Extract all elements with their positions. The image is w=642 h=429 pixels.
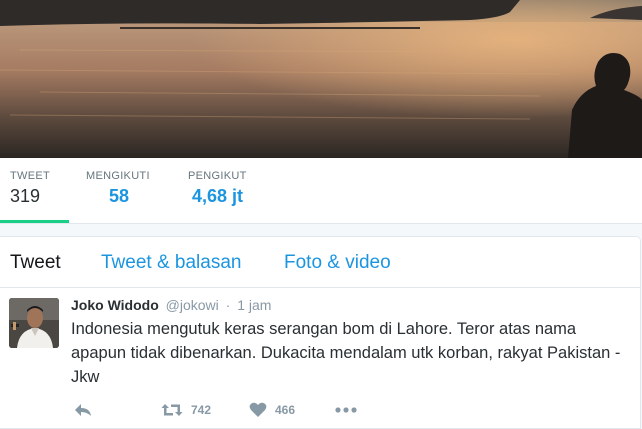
stat-followers-value: 4,68 jt (192, 186, 244, 206)
stat-following[interactable]: MENGIKUTI 58 (86, 170, 150, 207)
tweet-text: Indonesia mengutuk keras serangan bom di… (71, 320, 621, 386)
retweet-button[interactable]: 742 (161, 400, 211, 420)
tweet-author-name[interactable]: Joko Widodo (71, 297, 159, 313)
reply-icon (75, 404, 91, 416)
reply-button[interactable] (73, 400, 93, 420)
more-icon (335, 407, 357, 413)
tab-tweets[interactable]: Tweet (10, 252, 61, 274)
tab-photos-and-videos[interactable]: Foto & video (284, 252, 391, 274)
stat-tweets[interactable]: TWEET 319 (10, 170, 50, 207)
stat-tweets-label: TWEET (10, 170, 50, 182)
active-stat-underline (0, 220, 69, 223)
tweet-timestamp[interactable]: 1 jam (237, 297, 271, 313)
stat-followers-label: PENGIKUT (188, 170, 247, 182)
retweet-count: 742 (191, 403, 212, 417)
timeline-card: Tweet Tweet & balasan Foto & video Joko … (0, 236, 641, 429)
tweet-header: Joko Widodo @jokowi · 1 jam (71, 297, 271, 313)
tweet-author-username[interactable]: @jokowi (166, 297, 219, 313)
user-avatar-image (9, 298, 59, 348)
tab-tweets-and-replies[interactable]: Tweet & balasan (101, 252, 241, 274)
tweet-separator: · (225, 297, 231, 313)
like-count: 466 (275, 403, 296, 417)
profile-header-photo (0, 0, 642, 158)
stat-following-value: 58 (109, 186, 130, 206)
stat-following-label: MENGIKUTI (86, 170, 150, 182)
avatar[interactable] (9, 298, 59, 348)
heart-icon (249, 402, 267, 417)
stat-followers[interactable]: PENGIKUT 4,68 jt (188, 170, 247, 207)
like-button[interactable]: 466 (249, 400, 295, 420)
tweet-actions: 742 466 (71, 400, 631, 420)
timeline-tabs: Tweet Tweet & balasan Foto & video (0, 237, 640, 288)
profile-stats-bar: TWEET 319 MENGIKUTI 58 PENGIKUT 4,68 jt (0, 158, 642, 224)
retweet-icon (161, 404, 183, 416)
more-options-button[interactable] (335, 400, 357, 420)
sunset-lake-photo (0, 0, 642, 158)
stat-tweets-value: 319 (10, 186, 41, 206)
